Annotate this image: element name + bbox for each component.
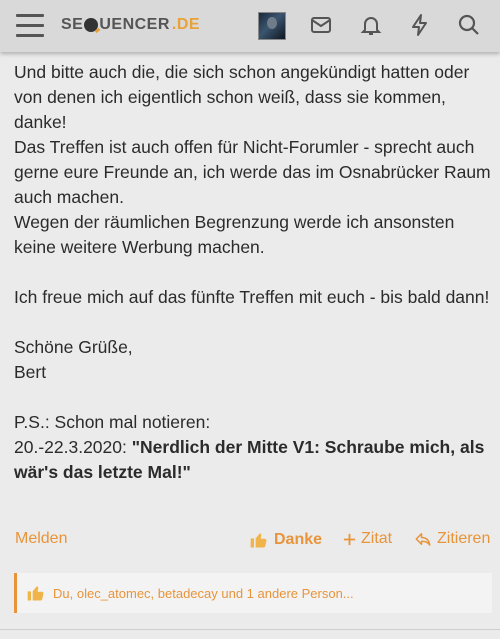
reply-icon xyxy=(415,533,431,546)
quote-button[interactable]: Zitieren xyxy=(414,530,490,548)
thumbs-up-icon xyxy=(250,533,267,548)
site-logo[interactable]: SE UENCER .DE xyxy=(61,16,200,34)
envelope-icon[interactable] xyxy=(309,13,333,37)
bolt-icon[interactable] xyxy=(408,13,432,37)
post-content: Und bitte auch die, die sich schon angek… xyxy=(14,60,496,485)
report-label: Melden xyxy=(15,530,68,547)
post-text-line: Wegen der räumlichen Begrenzung werde ic… xyxy=(14,212,455,257)
quote-label: Zitieren xyxy=(437,530,491,547)
post-text-line: Und bitte auch die, die sich schon angek… xyxy=(14,62,470,132)
report-link[interactable]: Melden xyxy=(15,530,67,548)
add-quote-button[interactable]: Zitat xyxy=(343,530,392,548)
post-actions: Melden Danke Zitat Zitieren xyxy=(0,528,500,554)
thanks-label: Danke xyxy=(274,531,323,548)
top-navigation-bar: SE UENCER .DE xyxy=(0,0,500,52)
reactions-text[interactable]: Du, olec_atomec, betadecay und 1 andere … xyxy=(53,586,354,601)
logo-domain: .DE xyxy=(171,16,201,33)
plus-icon xyxy=(343,533,356,545)
divider xyxy=(0,629,500,630)
search-icon[interactable] xyxy=(457,13,481,37)
post-text-line: Schöne Grüße, xyxy=(14,337,133,357)
post-text-line: Das Treffen ist auch offen für Nicht-For… xyxy=(14,137,491,207)
logo-text-rest: UENCER xyxy=(99,16,170,33)
menu-icon[interactable] xyxy=(16,14,44,38)
logo-q-mark xyxy=(84,18,99,32)
avatar[interactable] xyxy=(258,12,286,40)
thanks-button[interactable]: Danke xyxy=(249,530,322,550)
thumbs-up-icon xyxy=(26,583,46,603)
reactions-bar[interactable]: Du, olec_atomec, betadecay und 1 andere … xyxy=(14,573,492,613)
post-text-line: Bert xyxy=(14,362,47,382)
post-text-line: 20.-22.3.2020: "Nerdlich der Mitte V1: S… xyxy=(14,435,496,485)
post-text-line: P.S.: Schon mal notieren: xyxy=(14,412,211,432)
event-date: 20.-22.3.2020: xyxy=(14,437,132,457)
add-quote-label: Zitat xyxy=(361,530,393,547)
bell-icon[interactable] xyxy=(359,13,383,37)
logo-text-start: SE xyxy=(61,16,84,33)
post-text-line: Ich freue mich auf das fünfte Treffen mi… xyxy=(14,287,490,307)
